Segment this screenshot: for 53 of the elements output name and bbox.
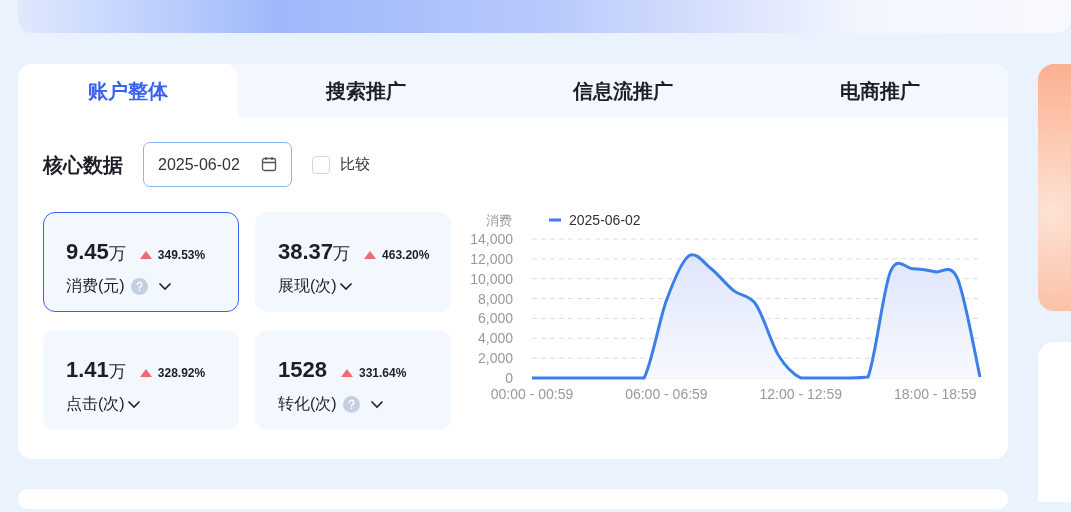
metric-change: 331.64% (358, 365, 407, 382)
up-triangle-icon (139, 251, 152, 259)
metric-value: 1.41 (66, 356, 109, 384)
chevron-down-icon[interactable] (338, 281, 353, 291)
tab[interactable]: 信息流推广 (494, 64, 752, 118)
metric-change: 463.20% (382, 247, 430, 264)
tab[interactable]: 电商推广 (751, 64, 1008, 118)
x-tick-label: 12:00 - 12:59 (759, 386, 843, 402)
help-icon (342, 395, 360, 413)
metric-card[interactable]: 9.45万 349.53% 消费(元) (43, 212, 239, 312)
chevron-down-icon[interactable] (157, 281, 172, 291)
y-tick-label: 2,000 (477, 350, 513, 367)
tab[interactable]: 账户整体 (18, 64, 238, 118)
x-tick-label: 06:00 - 06:59 (625, 386, 708, 402)
metric-value: 38.37 (278, 238, 334, 266)
chevron-down-icon[interactable] (126, 399, 141, 409)
y-tick-label: 8,000 (477, 290, 513, 307)
y-tick-label: 14,000 (470, 231, 513, 247)
calendar-icon (261, 156, 277, 172)
metric-unit: 万 (333, 243, 351, 265)
legend-swatch (549, 218, 561, 222)
metric-value: 1528 (278, 356, 327, 384)
x-tick-label: 00:00 - 00:59 (490, 386, 574, 402)
checkbox[interactable] (312, 155, 330, 174)
metric-label: 点击(次) (66, 394, 125, 414)
y-tick-label: 0 (505, 370, 513, 386)
metric-label: 转化(次) (278, 394, 337, 414)
up-triangle-icon (139, 369, 152, 377)
y-tick-label: 10,000 (470, 270, 513, 287)
metric-label: 消费(元) (66, 276, 125, 296)
axis-title: 消费 (486, 213, 512, 228)
metric-label: 展现(次) (278, 276, 337, 296)
checkbox-label: 比较 (340, 154, 370, 175)
tab[interactable]: 搜索推广 (238, 64, 495, 118)
up-triangle-icon (364, 251, 377, 259)
up-triangle-icon (340, 369, 353, 377)
legend-label: 2025-06-02 (569, 212, 641, 228)
metric-unit: 万 (108, 243, 126, 265)
metric-change: 349.53% (157, 247, 206, 264)
metric-card[interactable]: 1.41万 328.92% 点击(次) (43, 330, 239, 430)
metric-card[interactable]: 1528 331.64% 转化(次) (255, 330, 451, 430)
metric-card[interactable]: 38.37万 463.20% 展现(次) (255, 212, 451, 312)
y-tick-label: 12,000 (470, 250, 513, 267)
y-tick-label: 4,000 (477, 330, 513, 347)
date-field[interactable]: 2025-06-02 (143, 142, 292, 187)
x-tick-label: 18:00 - 18:59 (893, 386, 977, 402)
section-title: 核心数据 (43, 152, 123, 178)
y-tick-label: 6,000 (477, 310, 513, 327)
metric-change: 328.92% (157, 365, 206, 382)
help-icon (130, 277, 148, 295)
chevron-down-icon[interactable] (369, 399, 384, 409)
metric-unit: 万 (108, 361, 126, 383)
metric-value: 9.45 (66, 238, 109, 266)
